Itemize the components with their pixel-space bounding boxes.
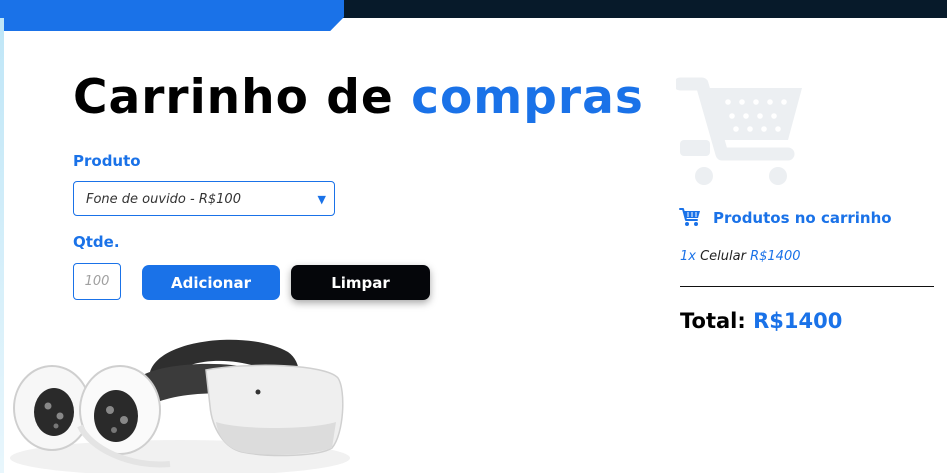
vr-headset-image — [10, 339, 350, 473]
top-bar-accent — [0, 0, 344, 31]
total-label: Total: — [680, 309, 746, 333]
product-select-value: Fone de ouvido - R$100 — [86, 192, 241, 207]
qty-input[interactable] — [73, 263, 121, 300]
shopping-cart-icon — [676, 77, 802, 185]
cart-item: 1x Celular R$1400 — [680, 249, 801, 264]
qty-label: Qtde. — [73, 233, 120, 251]
cart-heading-text: Produtos no carrinho — [713, 209, 892, 227]
page-title-accent: compras — [411, 70, 644, 125]
cart-divider — [680, 286, 934, 287]
cart-total: Total: R$1400 — [680, 309, 842, 333]
page-title: Carrinho de compras — [73, 70, 644, 125]
product-label: Produto — [73, 152, 141, 170]
left-edge-strip — [0, 18, 4, 473]
cart-item-price: R$1400 — [750, 249, 801, 264]
add-button[interactable]: Adicionar — [142, 265, 280, 300]
cart-item-name: Celular — [700, 249, 746, 264]
page-title-main: Carrinho de — [73, 70, 394, 125]
product-select[interactable]: Fone de ouvido - R$100 ▼ — [73, 181, 335, 216]
clear-button[interactable]: Limpar — [291, 265, 430, 300]
cart-item-qty: 1x — [680, 249, 696, 264]
chevron-down-icon: ▼ — [317, 193, 326, 206]
shopping-cart-icon — [679, 208, 700, 226]
total-value: R$1400 — [753, 309, 843, 333]
